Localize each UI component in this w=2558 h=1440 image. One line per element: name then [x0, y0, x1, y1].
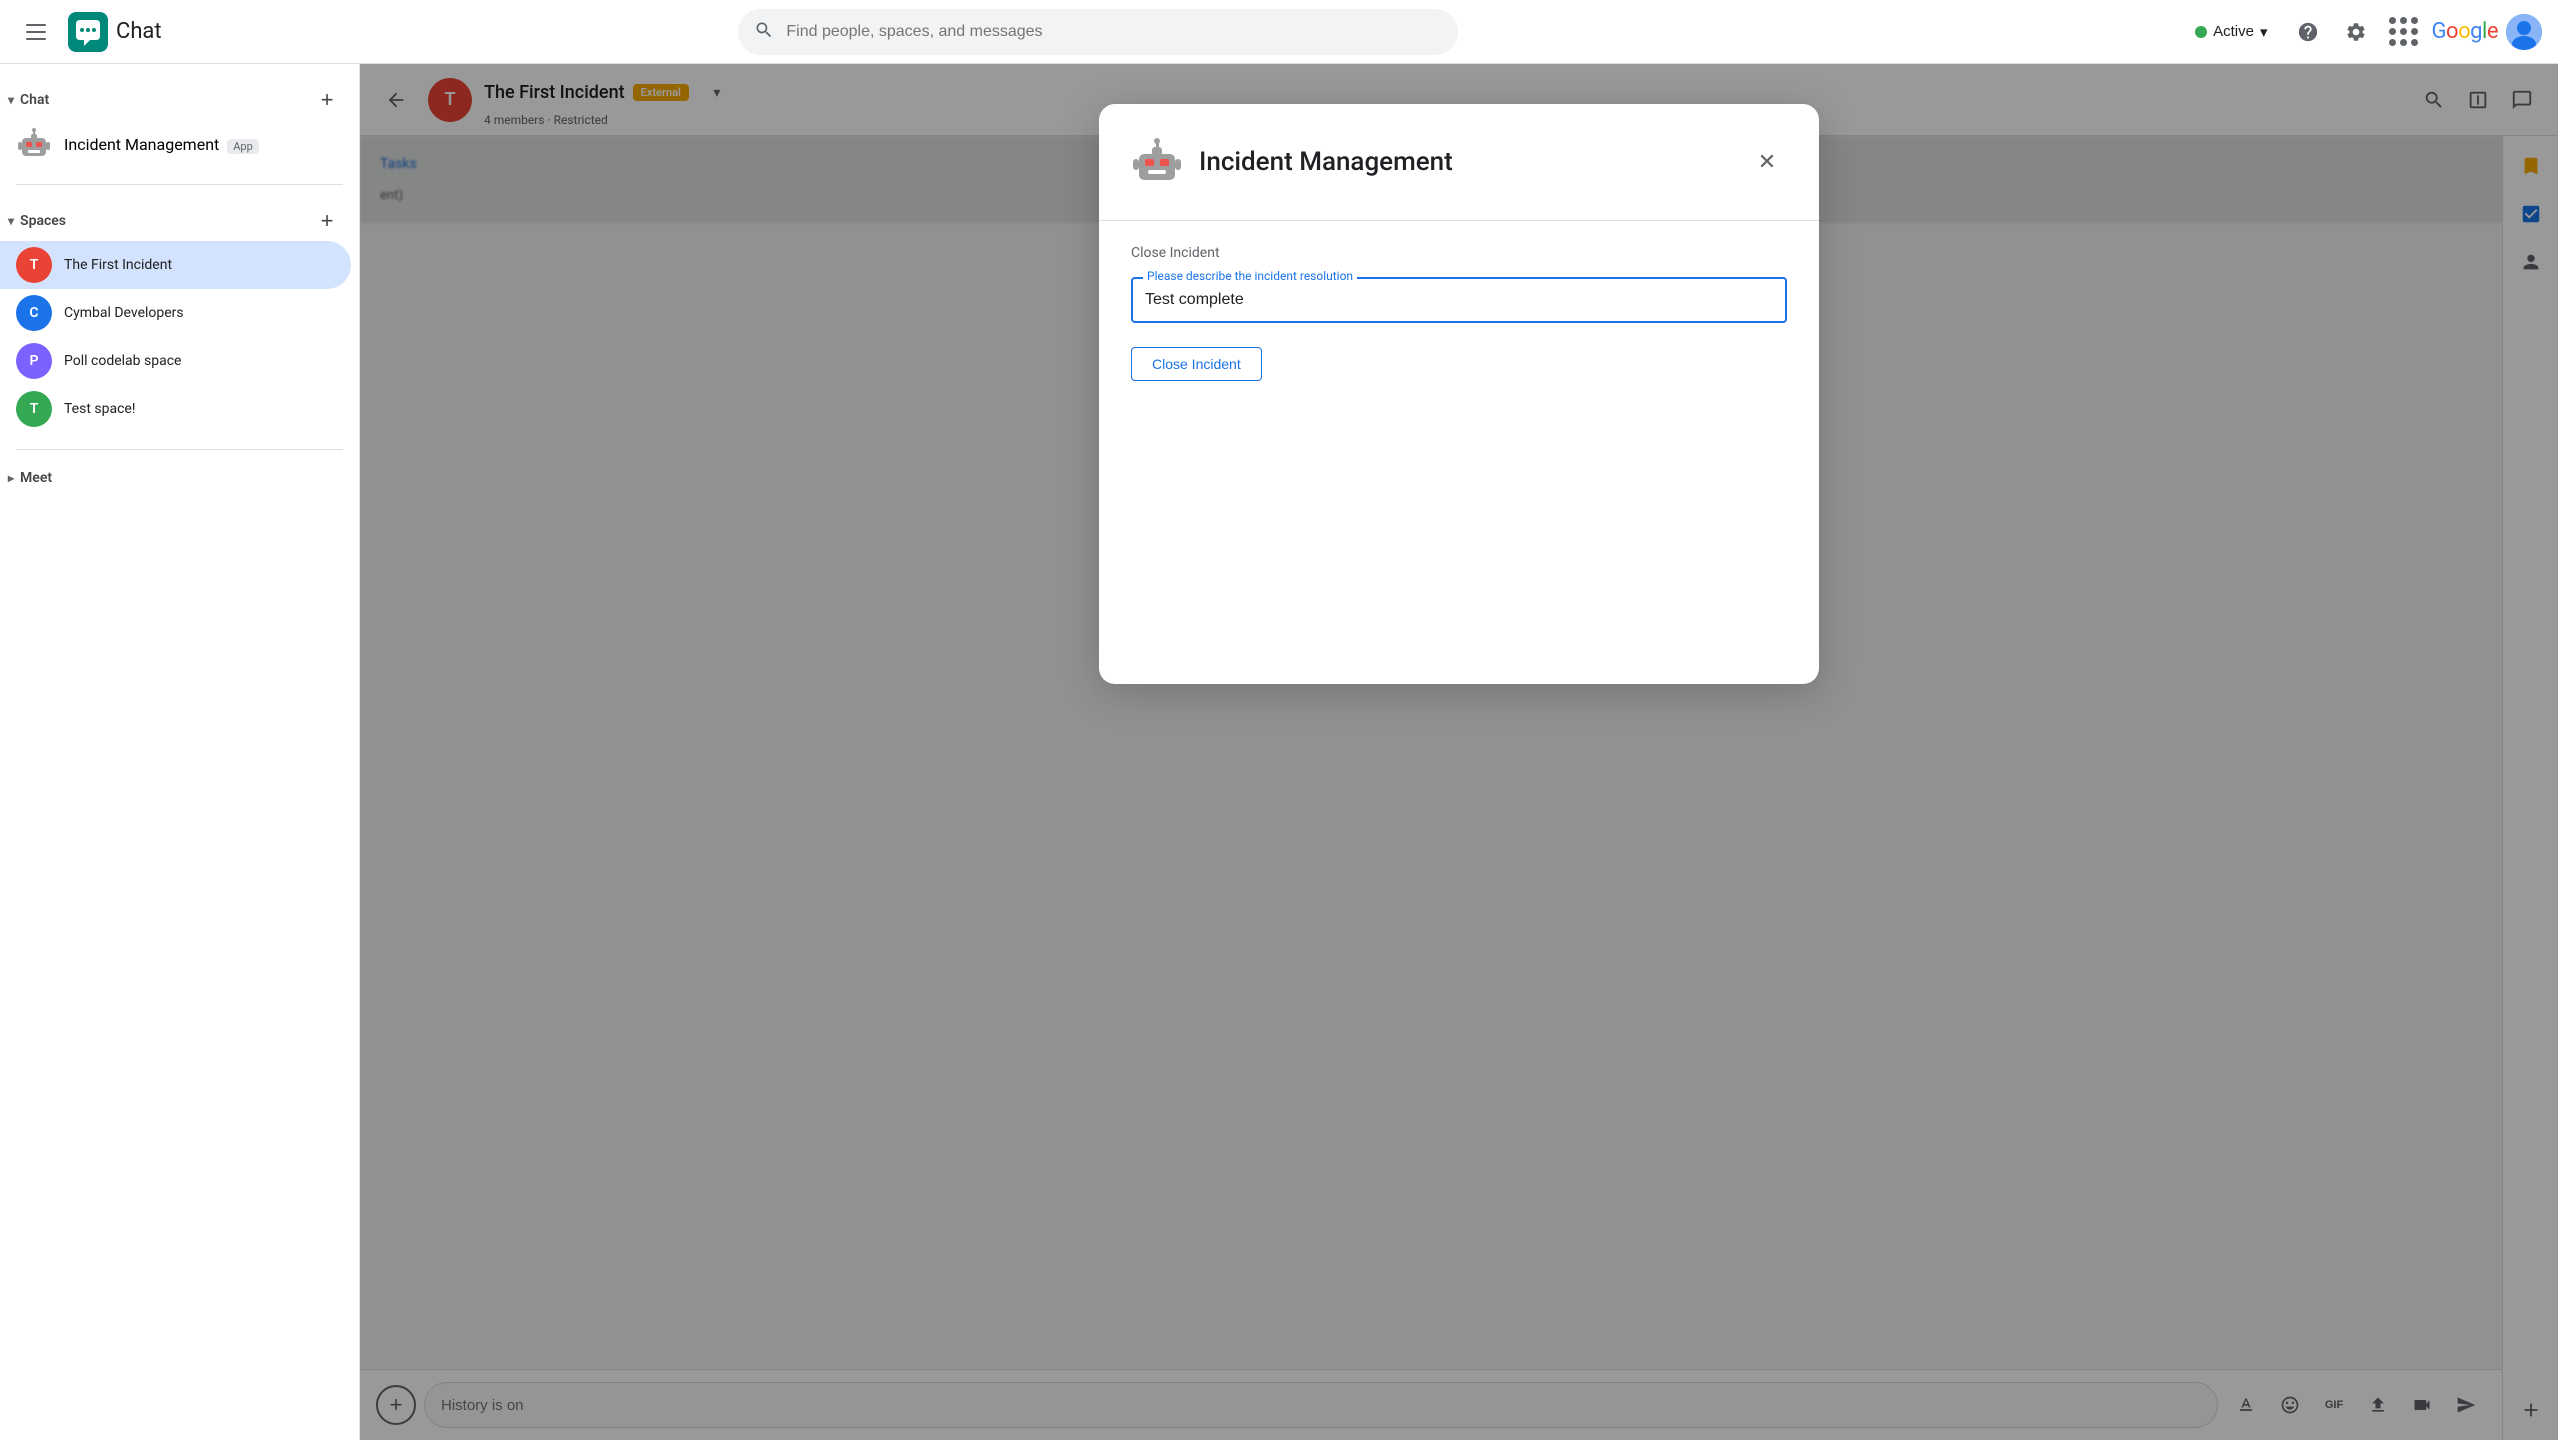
- add-chat-button[interactable]: +: [311, 84, 343, 116]
- meet-section-label: Meet: [20, 470, 52, 486]
- app-title: Chat: [116, 19, 162, 44]
- menu-button[interactable]: [16, 12, 56, 52]
- dialog-close-button[interactable]: ✕: [1747, 142, 1787, 182]
- top-bar-left: Chat: [16, 12, 376, 52]
- chat-section: ▾ Chat +: [0, 72, 359, 176]
- spaces-chevron-icon: ▾: [8, 214, 14, 228]
- meet-section-title: ▸ Meet: [8, 470, 52, 486]
- app-logo: Chat: [68, 12, 162, 52]
- dialog-header: Incident Management ✕: [1131, 136, 1787, 188]
- resolution-input[interactable]: [1145, 287, 1773, 313]
- sidebar-divider-2: [16, 449, 343, 450]
- robot-avatar: [16, 126, 52, 162]
- sidebar-item-text: Incident Management App: [64, 135, 259, 154]
- incident-management-dialog: Incident Management ✕ Close Incident Ple…: [1099, 104, 1819, 684]
- help-button[interactable]: [2288, 12, 2328, 52]
- search-icon: [754, 20, 774, 44]
- chat-section-label: Chat: [20, 92, 49, 108]
- google-logo: Google: [2432, 19, 2498, 44]
- meet-section: ▸ Meet: [0, 458, 359, 498]
- sidebar-item-test-space[interactable]: T Test space!: [0, 385, 351, 433]
- close-incident-button[interactable]: Close Incident: [1131, 347, 1262, 381]
- space-avatar-t1: T: [16, 247, 52, 283]
- sidebar-item-cymbal-developers[interactable]: C Cymbal Developers: [0, 289, 351, 337]
- chat-chevron-icon: ▾: [8, 93, 14, 107]
- dialog-title: Incident Management: [1199, 147, 1453, 177]
- dialog-title-row: Incident Management: [1131, 136, 1453, 188]
- meet-section-header[interactable]: ▸ Meet: [0, 466, 359, 490]
- status-button[interactable]: Active ▾: [2183, 17, 2279, 47]
- search-input[interactable]: [738, 9, 1458, 55]
- top-bar: Chat Active ▾: [0, 0, 2558, 64]
- chat-section-header[interactable]: ▾ Chat +: [0, 80, 359, 120]
- space-avatar-p: P: [16, 343, 52, 379]
- spaces-section: ▾ Spaces + T The First Incident C Cymbal…: [0, 193, 359, 441]
- top-bar-right: Active ▾ Google: [2183, 12, 2542, 52]
- apps-button[interactable]: [2384, 12, 2424, 52]
- spaces-section-header[interactable]: ▾ Spaces +: [0, 201, 359, 241]
- sidebar-item-name: Incident Management: [64, 135, 219, 154]
- sidebar-item-poll-codelab[interactable]: P Poll codelab space: [0, 337, 351, 385]
- sidebar: ▾ Chat +: [0, 64, 360, 1440]
- chat-section-title: ▾ Chat: [8, 92, 49, 108]
- chat-icon: [68, 12, 108, 52]
- main-layout: ▾ Chat +: [0, 0, 2558, 1440]
- space-name-2: Cymbal Developers: [64, 305, 184, 321]
- spaces-section-title: ▾ Spaces: [8, 213, 66, 229]
- app-badge: App: [227, 139, 259, 154]
- spaces-section-label: Spaces: [20, 213, 66, 229]
- sidebar-item-incident-management[interactable]: Incident Management App: [0, 120, 351, 168]
- incident-resolution-field[interactable]: Please describe the incident resolution: [1131, 277, 1787, 323]
- content-area: T The First Incident External ▾ 4 member…: [360, 64, 2558, 1440]
- search-bar: [738, 9, 1458, 55]
- user-avatar[interactable]: [2506, 14, 2542, 50]
- chevron-down-icon: ▾: [2260, 23, 2268, 41]
- meet-chevron-icon: ▸: [8, 471, 14, 485]
- space-avatar-t2: T: [16, 391, 52, 427]
- sidebar-divider: [16, 184, 343, 185]
- modal-overlay[interactable]: Incident Management ✕ Close Incident Ple…: [360, 64, 2558, 1440]
- dialog-section-label: Close Incident: [1131, 245, 1787, 261]
- sidebar-item-the-first-incident[interactable]: T The First Incident: [0, 241, 351, 289]
- space-avatar-c: C: [16, 295, 52, 331]
- space-name-3: Poll codelab space: [64, 353, 181, 369]
- grid-icon: [2389, 17, 2418, 46]
- field-label: Please describe the incident resolution: [1143, 269, 1357, 283]
- status-label: Active: [2213, 23, 2254, 40]
- space-name-1: The First Incident: [64, 257, 172, 273]
- dialog-robot-icon: [1131, 136, 1183, 188]
- settings-button[interactable]: [2336, 12, 2376, 52]
- add-space-button[interactable]: +: [311, 205, 343, 237]
- space-name-4: Test space!: [64, 401, 135, 417]
- status-indicator: [2195, 26, 2207, 38]
- dialog-divider: [1099, 220, 1819, 221]
